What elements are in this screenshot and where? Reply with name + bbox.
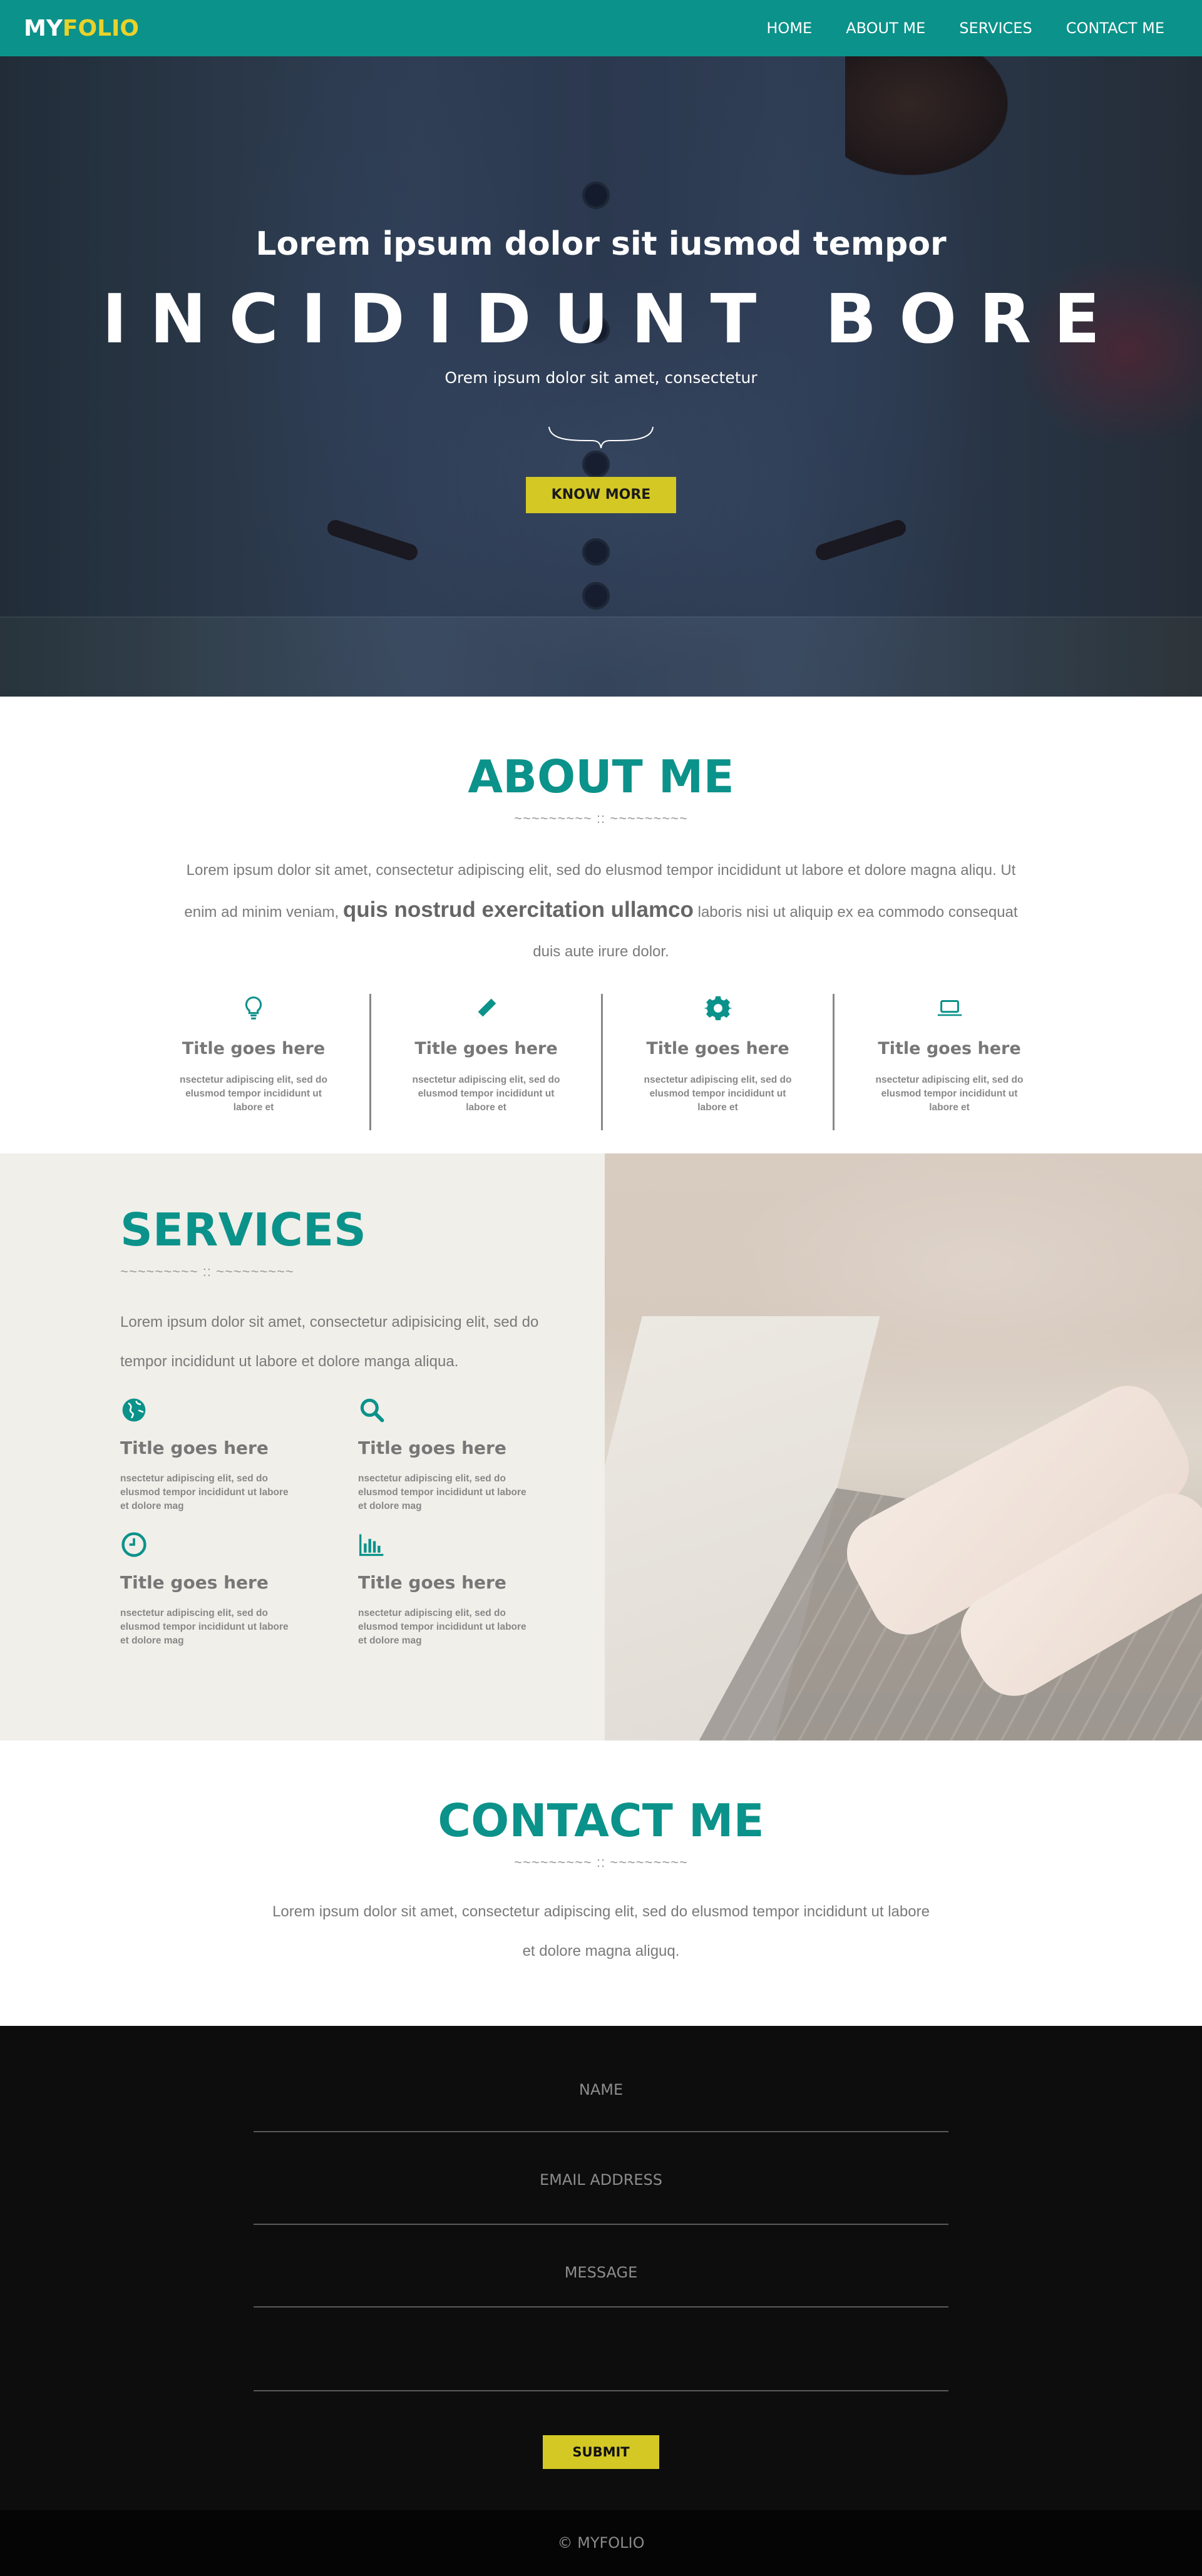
- nav-links: HOME ABOUT ME SERVICES CONTACT ME: [766, 19, 1164, 37]
- service-title: Title goes here: [358, 1572, 506, 1593]
- contact-form: SUBMIT: [254, 2077, 948, 2469]
- services-text: Lorem ipsum dolor sit amet, consectetur …: [120, 1314, 539, 1370]
- service-item: Title goes here nsectetur adipiscing eli…: [120, 1531, 358, 1648]
- nav-link-home[interactable]: HOME: [766, 19, 812, 37]
- clock-icon: [121, 1532, 146, 1557]
- feature-text: nsectetur adipiscing elit, sed do elusmo…: [875, 1075, 1024, 1113]
- brand-accent: FOLIO: [62, 15, 140, 41]
- brand-logo[interactable]: MYFOLIO: [24, 16, 139, 41]
- services-section: SERVICES ~~~~~~~~~ :: ~~~~~~~~~ Lorem ip…: [0, 1153, 1202, 1740]
- feature-card: Title goes here nsectetur adipiscing eli…: [138, 994, 369, 1130]
- contact-title: CONTACT ME: [438, 1794, 764, 1847]
- footer-copyright: © MYFOLIO: [557, 2534, 645, 2552]
- footer: © MYFOLIO: [0, 2510, 1202, 2576]
- services-content: SERVICES ~~~~~~~~~ :: ~~~~~~~~~ Lorem ip…: [120, 1204, 558, 1648]
- search-icon: [360, 1398, 384, 1423]
- feature-card: Title goes here nsectetur adipiscing eli…: [369, 994, 601, 1130]
- services-title: SERVICES: [120, 1204, 366, 1256]
- email-field-wrapper: [254, 2132, 948, 2225]
- know-more-button[interactable]: KNOW MORE: [526, 477, 676, 514]
- lightbulb-icon: [245, 996, 262, 1020]
- message-field-wrapper: [254, 2225, 948, 2308]
- service-text: nsectetur adipiscing elit, sed do elusmo…: [120, 1608, 289, 1646]
- hero-content: Lorem ipsum dolor sit iusmod tempor INCI…: [0, 225, 1202, 514]
- services-divider: ~~~~~~~~~ :: ~~~~~~~~~: [120, 1264, 294, 1279]
- feature-title: Title goes here: [414, 1039, 558, 1058]
- about-divider: ~~~~~~~~~ :: ~~~~~~~~~: [514, 810, 688, 826]
- feature-card: Title goes here nsectetur adipiscing eli…: [833, 994, 1064, 1130]
- contact-divider: ~~~~~~~~~ :: ~~~~~~~~~: [514, 1854, 688, 1870]
- about-title: ABOUT ME: [468, 750, 734, 803]
- nav-link-contact[interactable]: CONTACT ME: [1066, 19, 1164, 37]
- hero-title: INCIDIDUNT BORE: [102, 280, 1122, 359]
- bar-chart-icon: [359, 1534, 384, 1556]
- contact-text: Lorem ipsum dolor sit amet, consectetur …: [272, 1903, 930, 1960]
- about-features: Title goes here nsectetur adipiscing eli…: [0, 994, 1202, 1130]
- brand-primary: MY: [24, 15, 63, 41]
- hero-lower-band: [0, 616, 1202, 697]
- feature-text: nsectetur adipiscing elit, sed do elusmo…: [412, 1075, 560, 1113]
- feature-title: Title goes here: [878, 1039, 1021, 1058]
- message-textarea-wrapper: [254, 2308, 948, 2391]
- name-field-wrapper: [254, 2077, 948, 2132]
- about-text: Lorem ipsum dolor sit amet, consectetur …: [182, 851, 1020, 971]
- submit-button[interactable]: SUBMIT: [543, 2435, 659, 2469]
- services-grid: Title goes here nsectetur adipiscing eli…: [120, 1396, 558, 1648]
- nav-link-about[interactable]: ABOUT ME: [846, 19, 925, 37]
- pencil-icon: [476, 998, 496, 1018]
- about-section: ABOUT ME ~~~~~~~~~ :: ~~~~~~~~~ Lorem ip…: [0, 697, 1202, 1153]
- feature-text: nsectetur adipiscing elit, sed do elusmo…: [180, 1075, 327, 1113]
- feature-text: nsectetur adipiscing elit, sed do elusmo…: [644, 1075, 792, 1113]
- feature-card: Title goes here nsectetur adipiscing eli…: [601, 994, 833, 1130]
- about-text-highlight: quis nostrud exercitation ullamco: [342, 897, 694, 922]
- hero-subtitle: Lorem ipsum dolor sit iusmod tempor: [255, 225, 947, 263]
- feature-title: Title goes here: [646, 1039, 789, 1058]
- curly-brace-divider-icon: [548, 427, 654, 449]
- service-text: nsectetur adipiscing elit, sed do elusmo…: [120, 1473, 289, 1511]
- service-item: Title goes here nsectetur adipiscing eli…: [358, 1531, 596, 1648]
- hero-section: Lorem ipsum dolor sit iusmod tempor INCI…: [0, 0, 1202, 697]
- nav-link-services[interactable]: SERVICES: [959, 19, 1032, 37]
- feature-title: Title goes here: [182, 1039, 326, 1058]
- contact-form-section: SUBMIT: [0, 2026, 1202, 2510]
- services-laptop-image: [605, 1153, 1202, 1740]
- service-title: Title goes here: [120, 1572, 269, 1593]
- top-navbar: MYFOLIO HOME ABOUT ME SERVICES CONTACT M…: [0, 0, 1202, 56]
- laptop-icon: [937, 999, 962, 1016]
- hero-tagline: Orem ipsum dolor sit amet, consectetur: [444, 369, 758, 387]
- gear-icon: [703, 996, 732, 1021]
- service-text: nsectetur adipiscing elit, sed do elusmo…: [358, 1473, 527, 1511]
- message-input[interactable]: [254, 2260, 948, 2285]
- service-item: Title goes here nsectetur adipiscing eli…: [358, 1396, 596, 1513]
- email-input[interactable]: [254, 2167, 948, 2192]
- services-image-veil: [605, 1153, 1202, 1740]
- service-title: Title goes here: [358, 1438, 506, 1458]
- name-input[interactable]: [254, 2077, 948, 2102]
- service-title: Title goes here: [120, 1438, 269, 1458]
- service-text: nsectetur adipiscing elit, sed do elusmo…: [358, 1608, 527, 1646]
- globe-icon: [122, 1398, 146, 1422]
- service-item: Title goes here nsectetur adipiscing eli…: [120, 1396, 358, 1513]
- message-textarea[interactable]: [254, 2308, 948, 2389]
- contact-section: CONTACT ME ~~~~~~~~~ :: ~~~~~~~~~ Lorem …: [0, 1740, 1202, 2026]
